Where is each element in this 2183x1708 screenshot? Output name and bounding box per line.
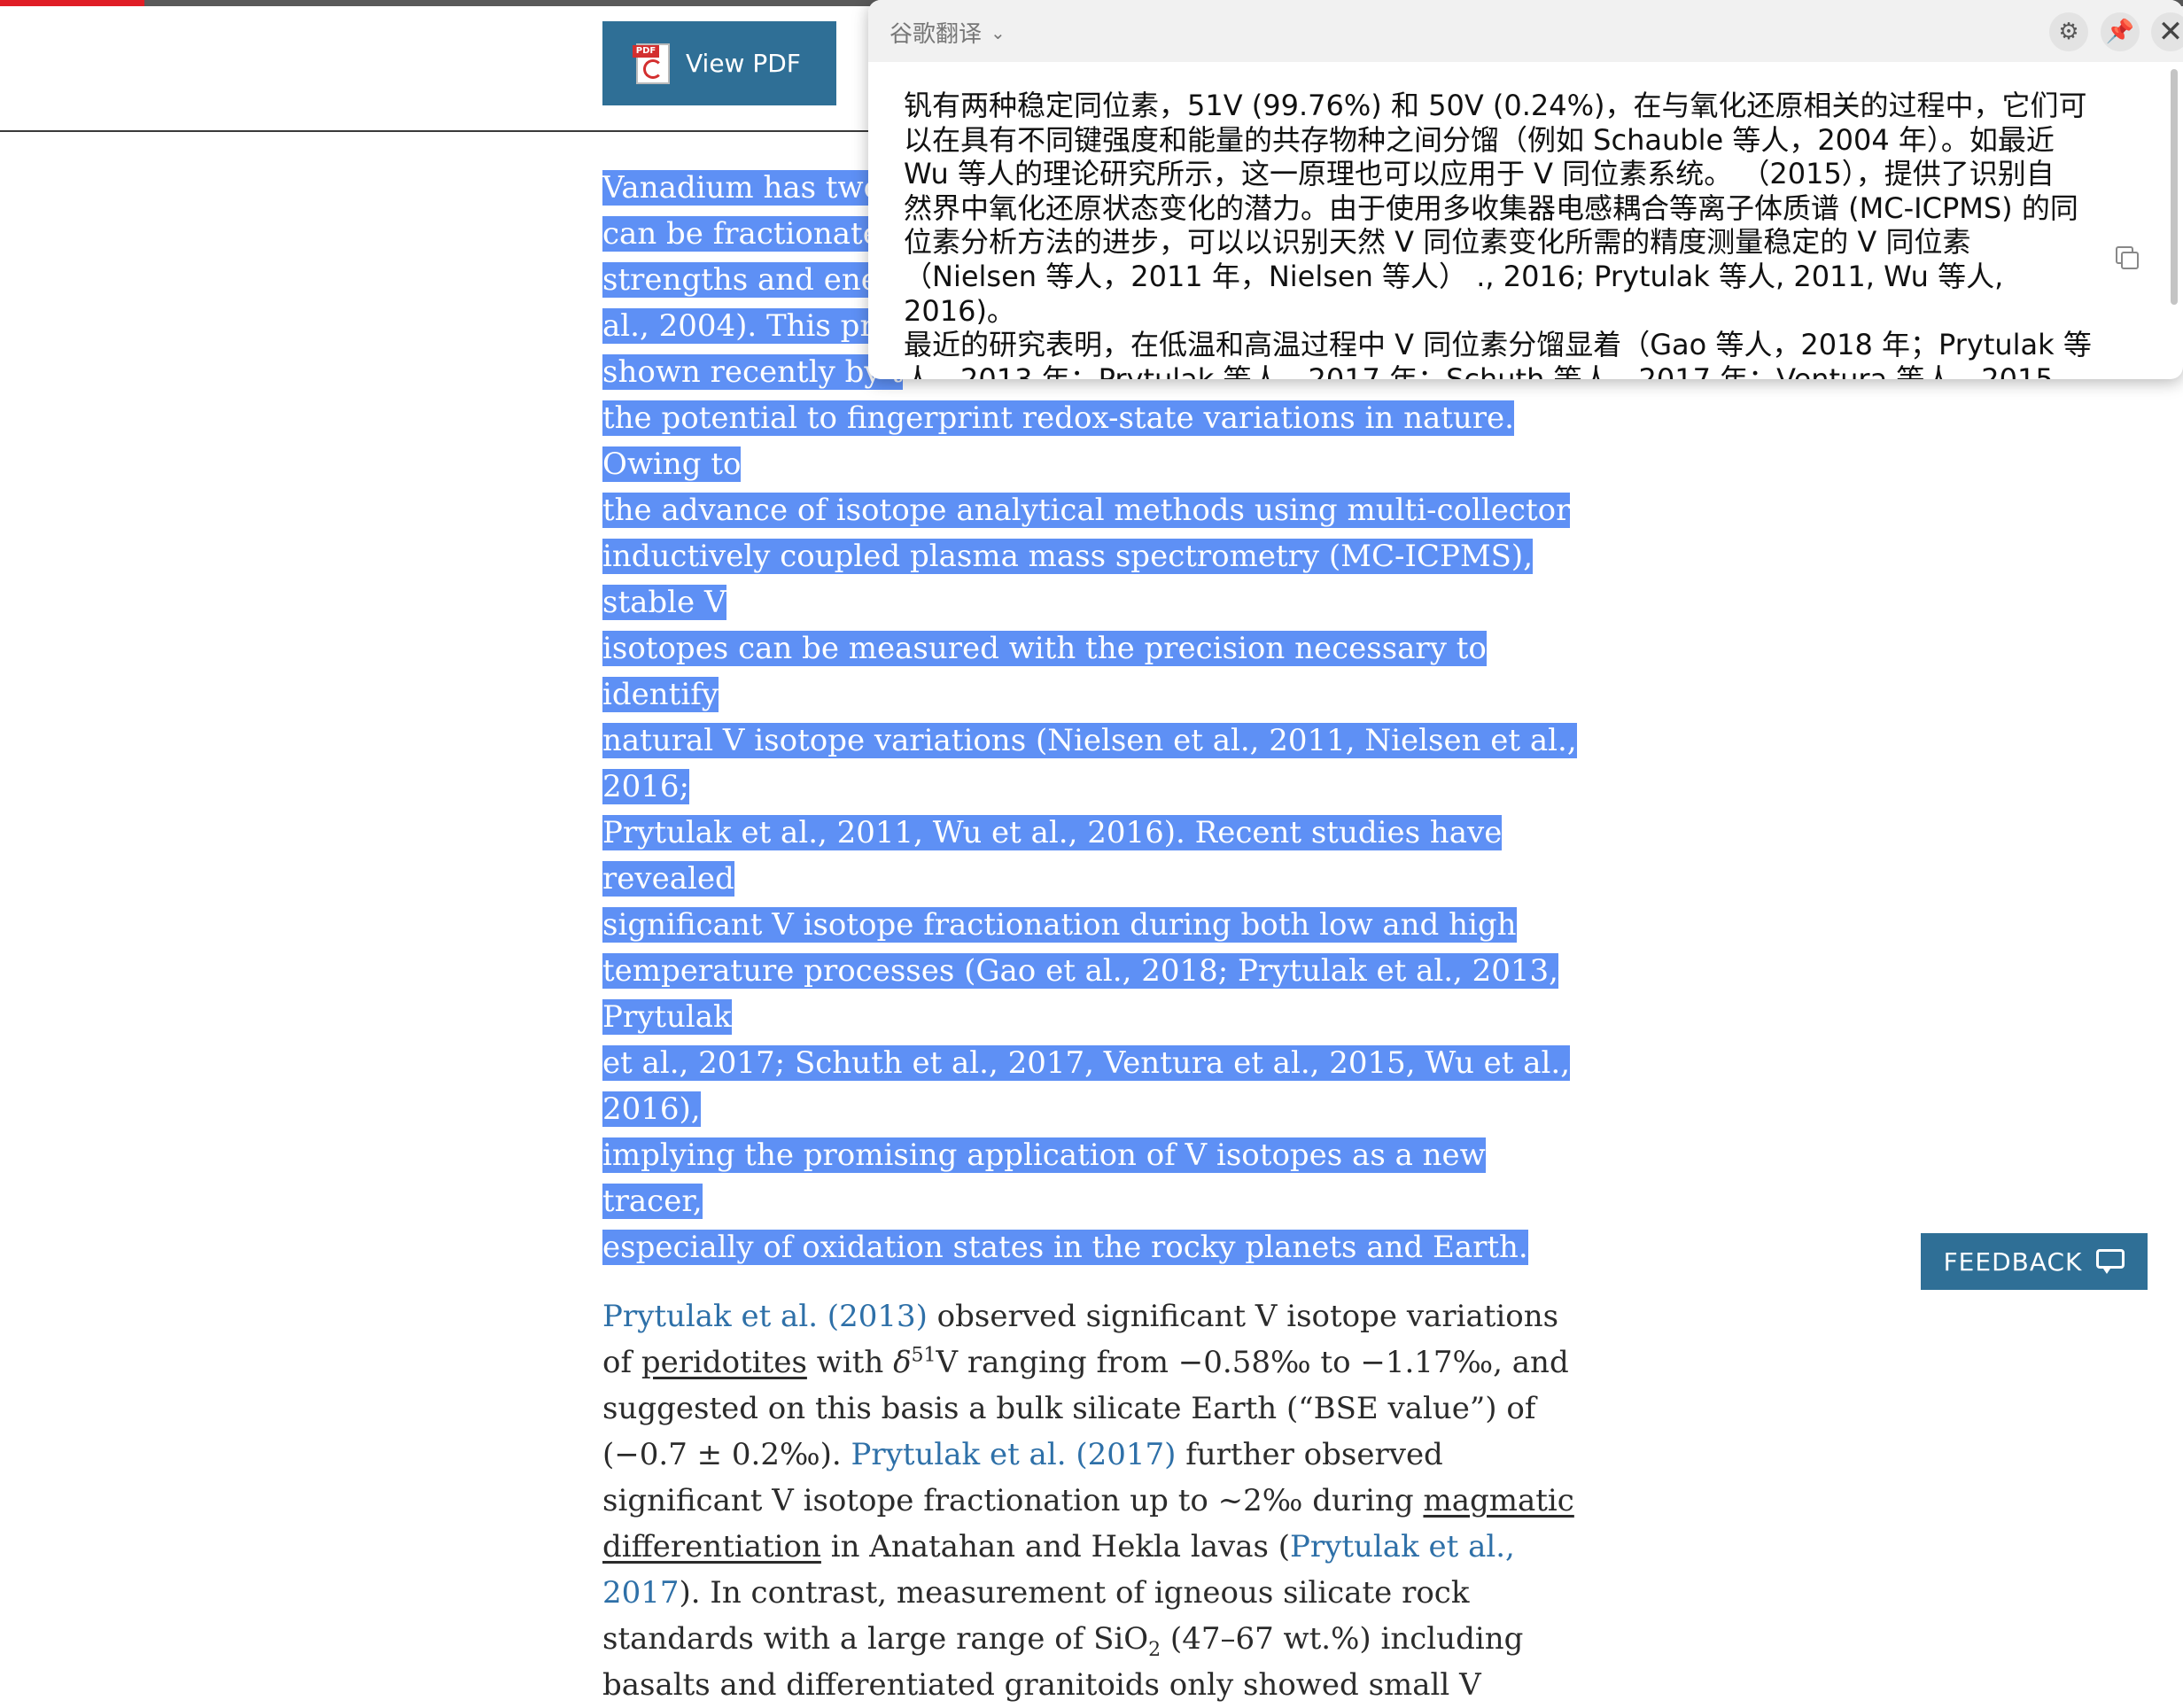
- selected-text-line: the advance of isotope analytical method…: [602, 493, 1571, 528]
- article-body: Vanadium has two s can be fractionated str…: [602, 165, 1586, 1708]
- selected-text-line: shown recently by t: [602, 354, 904, 390]
- translation-line: Wu 等人的理论研究所示，这一原理也可以应用于 V 同位素系统。 （2015），…: [904, 157, 2055, 191]
- selected-text-line: natural V isotope variations (Nielsen et…: [602, 723, 1577, 804]
- paragraph: Prytulak et al. (2013) observed signific…: [602, 1299, 1574, 1703]
- copy-icon[interactable]: [2116, 246, 2139, 269]
- selected-text-line: temperature processes (Gao et al., 2018;…: [602, 953, 1558, 1035]
- gear-icon[interactable]: ⚙: [2049, 12, 2088, 51]
- selected-text-line: isotopes can be measured with the precis…: [602, 631, 1487, 712]
- feedback-button[interactable]: FEEDBACK: [1921, 1233, 2148, 1290]
- selected-text-line: strengths and energ: [602, 262, 913, 298]
- feedback-label: FEEDBACK: [1943, 1246, 2083, 1277]
- translation-line: 最近的研究表明，在低温和高温过程中 V 同位素分馏显着（Gao 等人，2018 …: [904, 328, 2092, 362]
- translation-line: 以在具有不同键强度和能量的共存物种之间分馏（例如 Schauble 等人，200…: [904, 122, 2055, 157]
- selected-text-line: al., 2004). This prin: [602, 308, 904, 344]
- selected-text-line: the potential to fingerprint redox-state…: [602, 400, 1514, 482]
- selected-text-line: can be fractionated: [602, 216, 900, 252]
- glossary-term-link[interactable]: peridotites: [641, 1345, 807, 1380]
- selected-text-line: implying the promising application of V …: [602, 1137, 1486, 1219]
- translation-line: 然界中氧化还原状态变化的潜力。由于使用多收集器电感耦合等离子体质谱 (MC-IC…: [904, 190, 2078, 225]
- popup-title[interactable]: 谷歌翻译 ⌄: [890, 16, 1006, 49]
- selected-text-line: Prytulak et al., 2011, Wu et al., 2016).…: [602, 815, 1503, 897]
- translation-line: 人，2013 年；Prytulak 等人，2017 年；Schuth 等人，20…: [904, 361, 2054, 379]
- selected-text-line: Vanadium has two s: [602, 170, 907, 206]
- chevron-down-icon: ⌄: [991, 21, 1006, 43]
- pin-icon[interactable]: 📌: [2101, 12, 2140, 51]
- popup-scrollbar[interactable]: [2171, 69, 2178, 305]
- close-icon[interactable]: ✕: [2151, 12, 2183, 51]
- citation-link[interactable]: Prytulak et al. (2013): [602, 1299, 928, 1334]
- selected-text-line: et al., 2017; Schuth et al., 2017, Ventu…: [602, 1045, 1571, 1127]
- selected-text-line: significant V isotope fractionation duri…: [602, 907, 1517, 943]
- translation-text: 钒有两种稳定同位素，51V (99.76%) 和 50V (0.24%)，在与氧…: [904, 89, 2100, 379]
- header-divider: [0, 130, 877, 132]
- popup-header: 谷歌翻译 ⌄ ⚙ 📌 ✕: [868, 0, 2183, 62]
- translation-line: （Nielsen 等人，2011 年，Nielsen 等人） ., 2016; …: [904, 259, 2004, 328]
- pdf-file-icon: PDF: [633, 42, 672, 86]
- translation-line: 钒有两种稳定同位素，51V (99.76%) 和 50V (0.24%)，在与氧…: [904, 89, 2087, 122]
- citation-link[interactable]: Prytulak et al. (2017): [851, 1437, 1177, 1472]
- page-progress-fill: [0, 0, 144, 6]
- view-pdf-button[interactable]: PDF View PDF: [602, 21, 836, 105]
- selected-text-line: inductively coupled plasma mass spectrom…: [602, 539, 1533, 620]
- selected-text-line: especially of oxidation states in the ro…: [602, 1230, 1528, 1265]
- translation-text-area[interactable]: 钒有两种稳定同位素，51V (99.76%) 和 50V (0.24%)，在与氧…: [904, 89, 2100, 379]
- translation-line: 位素分析方法的进步，可以以识别天然 V 同位素变化所需的精度测量稳定的 V 同位…: [904, 225, 1971, 260]
- chat-bubble-icon: [2096, 1249, 2125, 1274]
- view-pdf-label: View PDF: [686, 49, 801, 78]
- translation-popup[interactable]: 谷歌翻译 ⌄ ⚙ 📌 ✕ 钒有两种稳定同位素，51V (99.76%) 和 50…: [868, 0, 2183, 379]
